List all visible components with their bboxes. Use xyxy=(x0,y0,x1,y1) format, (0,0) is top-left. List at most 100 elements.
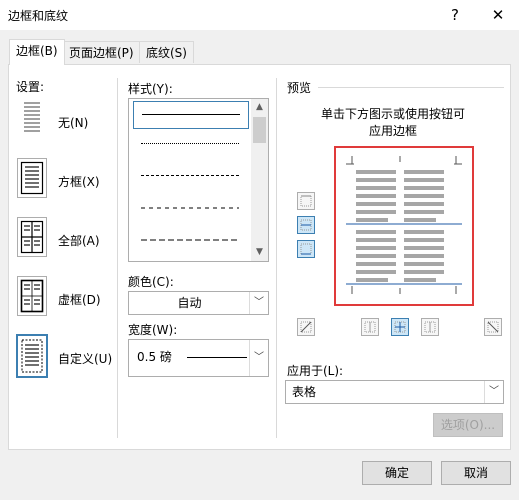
style-item-dashed[interactable] xyxy=(133,195,247,221)
close-button[interactable]: ✕ xyxy=(483,3,513,27)
dashed-line xyxy=(141,207,239,209)
help-button[interactable]: ? xyxy=(440,3,470,27)
bottom-border-icon xyxy=(300,243,312,255)
preview-text-row xyxy=(356,194,396,198)
setting-grid-button[interactable] xyxy=(17,276,47,316)
width-value: 0.5 磅 xyxy=(137,350,172,364)
preview-text-row xyxy=(356,186,396,190)
preview-text-row xyxy=(404,186,444,190)
preview-text-row xyxy=(356,210,396,214)
separator xyxy=(117,78,118,438)
preview-text-row xyxy=(356,262,396,266)
setting-grid-label[interactable]: 虚框(D) xyxy=(58,291,101,308)
setting-box-label[interactable]: 方框(X) xyxy=(58,173,100,190)
preview-text-row xyxy=(356,270,396,274)
setting-box-icon xyxy=(20,161,44,195)
preview-text-row xyxy=(356,230,396,234)
apply-to-select[interactable]: 表格 ﹀ xyxy=(285,380,504,404)
preview-text-row xyxy=(404,238,444,242)
tab-page-border[interactable]: 页面边框(P) xyxy=(62,41,141,63)
preview-rule xyxy=(318,87,504,88)
preview-text-row xyxy=(404,278,436,282)
right-border-button[interactable] xyxy=(421,318,439,336)
settings-label: 设置: xyxy=(16,80,45,94)
ok-button[interactable]: 确定 xyxy=(362,461,432,485)
preview-instruction-1: 单击下方图示或使用按钮可 xyxy=(320,107,465,121)
options-button[interactable]: 选项(O)... xyxy=(433,413,503,437)
setting-all-button[interactable] xyxy=(17,217,47,257)
preview-instruction-2: 应用边框 xyxy=(368,124,417,138)
inside-horizontal-border-button[interactable] xyxy=(297,216,315,234)
diagonal-up-border-button[interactable] xyxy=(297,318,315,336)
top-border-icon xyxy=(300,195,312,207)
dashed-fine-line xyxy=(141,175,239,176)
scroll-up-icon[interactable]: ▲ xyxy=(251,99,268,116)
preview-text-row xyxy=(404,270,444,274)
scroll-thumb[interactable] xyxy=(253,117,266,143)
setting-none-label[interactable]: 无(N) xyxy=(58,114,88,131)
dotted-line xyxy=(141,143,239,144)
width-select[interactable]: 0.5 磅 ﹀ xyxy=(128,339,269,377)
preview-text-row xyxy=(404,254,444,258)
setting-none-button[interactable] xyxy=(17,97,47,137)
setting-box-button[interactable] xyxy=(17,158,47,198)
preview-text-row xyxy=(404,230,444,234)
width-label: 宽度(W): xyxy=(128,323,178,337)
setting-grid-icon xyxy=(20,279,44,313)
chevron-down-icon: ﹀ xyxy=(484,381,503,403)
preview-text-row xyxy=(404,170,444,174)
solid-line xyxy=(142,114,240,115)
inside-vertical-border-button[interactable] xyxy=(391,318,409,336)
preview-text-row xyxy=(356,246,396,250)
diagonal-down-border-button[interactable] xyxy=(484,318,502,336)
scroll-down-icon[interactable]: ▼ xyxy=(251,244,268,261)
preview-text-row xyxy=(404,218,436,222)
style-item-dashed-long[interactable] xyxy=(133,227,247,253)
preview-text-row xyxy=(404,194,444,198)
apply-to-value: 表格 xyxy=(292,385,317,399)
color-label: 颜色(C): xyxy=(128,275,174,289)
preview-text-row xyxy=(404,262,444,266)
style-label: 样式(Y): xyxy=(128,82,173,96)
chevron-down-icon: ﹀ xyxy=(249,292,268,314)
left-border-icon xyxy=(364,321,376,333)
tab-shading[interactable]: 底纹(S) xyxy=(139,41,194,63)
chevron-down-icon: ﹀ xyxy=(249,340,268,376)
bottom-border-button[interactable] xyxy=(297,240,315,258)
top-border-button[interactable] xyxy=(297,192,315,210)
left-border-button[interactable] xyxy=(361,318,379,336)
preview-table[interactable] xyxy=(346,156,462,294)
width-line-sample xyxy=(187,357,247,358)
preview-text-row xyxy=(404,178,444,182)
style-item-dotted[interactable] xyxy=(133,131,247,157)
style-scrollbar[interactable]: ▲ ▼ xyxy=(251,99,268,261)
setting-all-label[interactable]: 全部(A) xyxy=(58,232,100,249)
style-item-dashed-fine[interactable] xyxy=(133,163,247,189)
setting-custom-label[interactable]: 自定义(U) xyxy=(58,350,112,367)
setting-custom-icon xyxy=(21,339,43,373)
preview-text-row xyxy=(356,202,396,206)
preview-text-row xyxy=(356,218,388,222)
color-select[interactable]: 自动 ﹀ xyxy=(128,291,269,315)
tab-borders[interactable]: 边框(B) xyxy=(9,39,65,65)
setting-custom-button[interactable] xyxy=(16,334,48,378)
preview-text-row xyxy=(356,238,396,242)
separator xyxy=(276,78,277,438)
style-item-solid[interactable] xyxy=(133,101,249,129)
preview-text-row xyxy=(356,254,396,258)
cancel-button[interactable]: 取消 xyxy=(441,461,511,485)
diagonal-up-icon xyxy=(300,321,312,333)
apply-to-label: 应用于(L): xyxy=(287,364,344,378)
preview-text-row xyxy=(404,202,444,206)
inside-vertical-border-icon xyxy=(394,321,406,333)
style-listbox[interactable]: ▲ ▼ xyxy=(128,98,269,262)
right-border-icon xyxy=(424,321,436,333)
preview-text-row xyxy=(404,210,444,214)
window-title: 边框和底纹 xyxy=(8,9,69,23)
inside-horizontal-border-icon xyxy=(300,219,312,231)
preview-text-row xyxy=(404,246,444,250)
preview-text-row xyxy=(356,278,388,282)
color-value: 自动 xyxy=(177,296,202,310)
preview-text-row xyxy=(356,178,396,182)
diagonal-down-icon xyxy=(487,321,499,333)
